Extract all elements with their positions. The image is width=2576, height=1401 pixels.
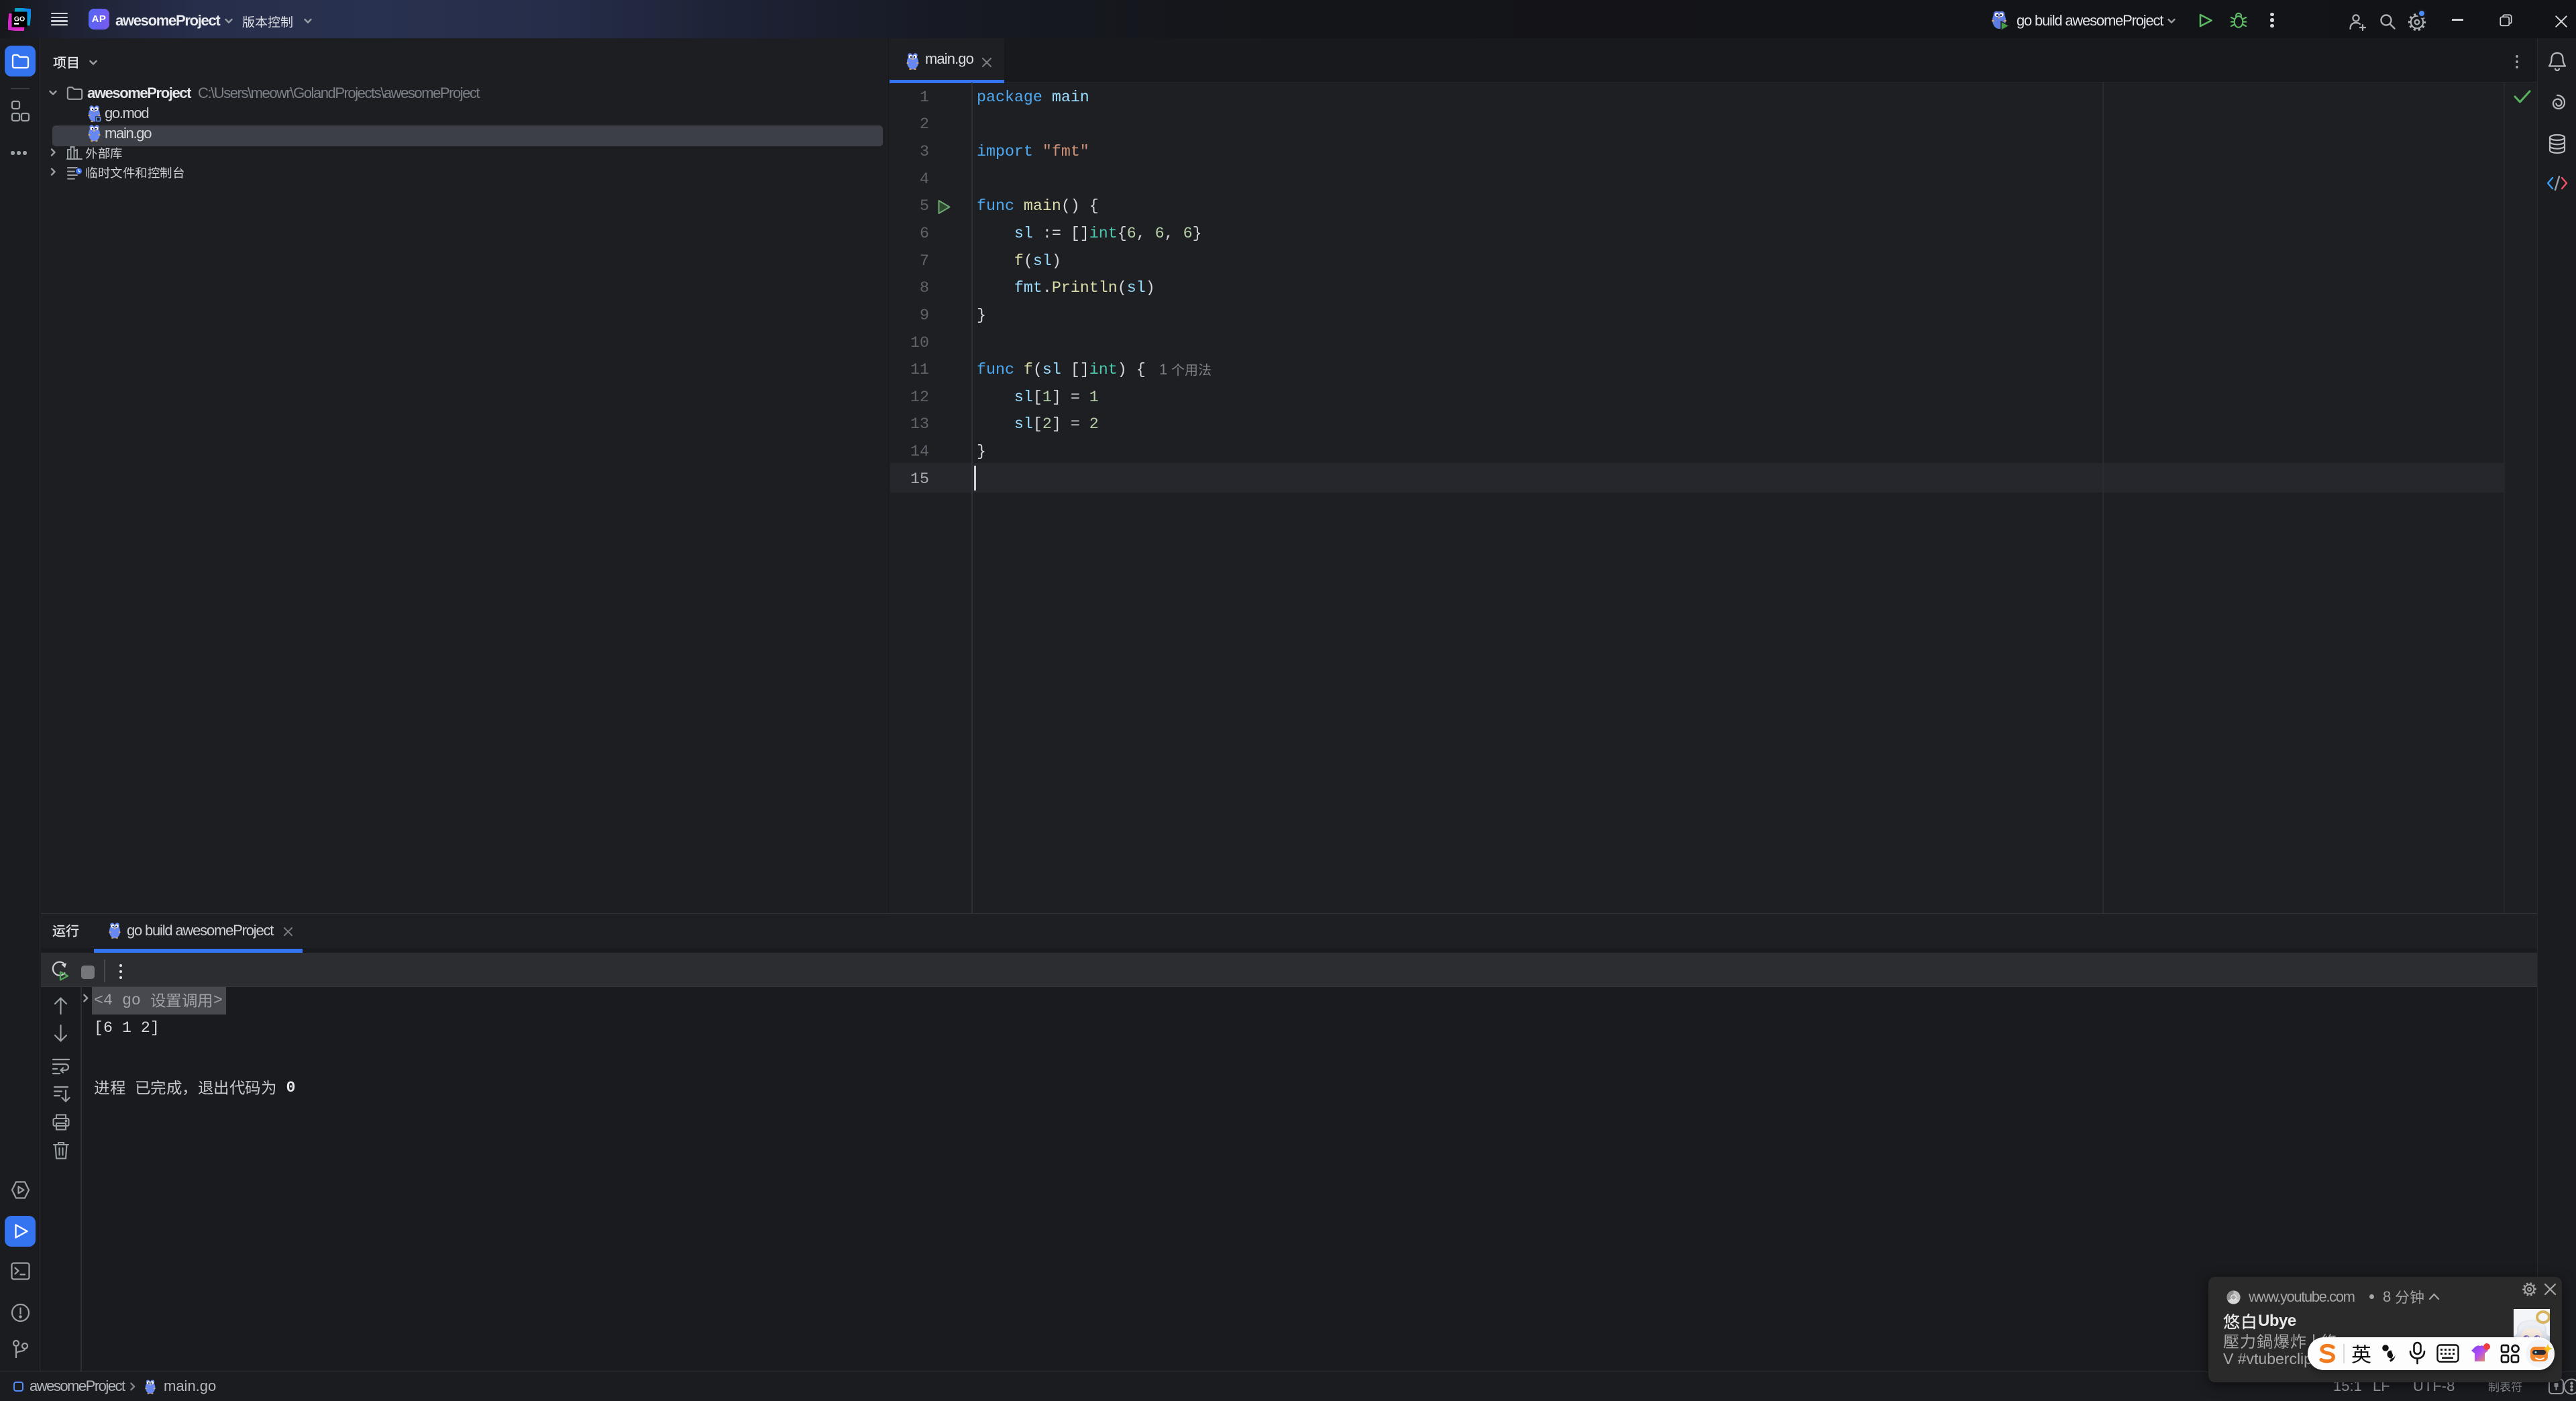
- svg-text:GO: GO: [14, 15, 25, 23]
